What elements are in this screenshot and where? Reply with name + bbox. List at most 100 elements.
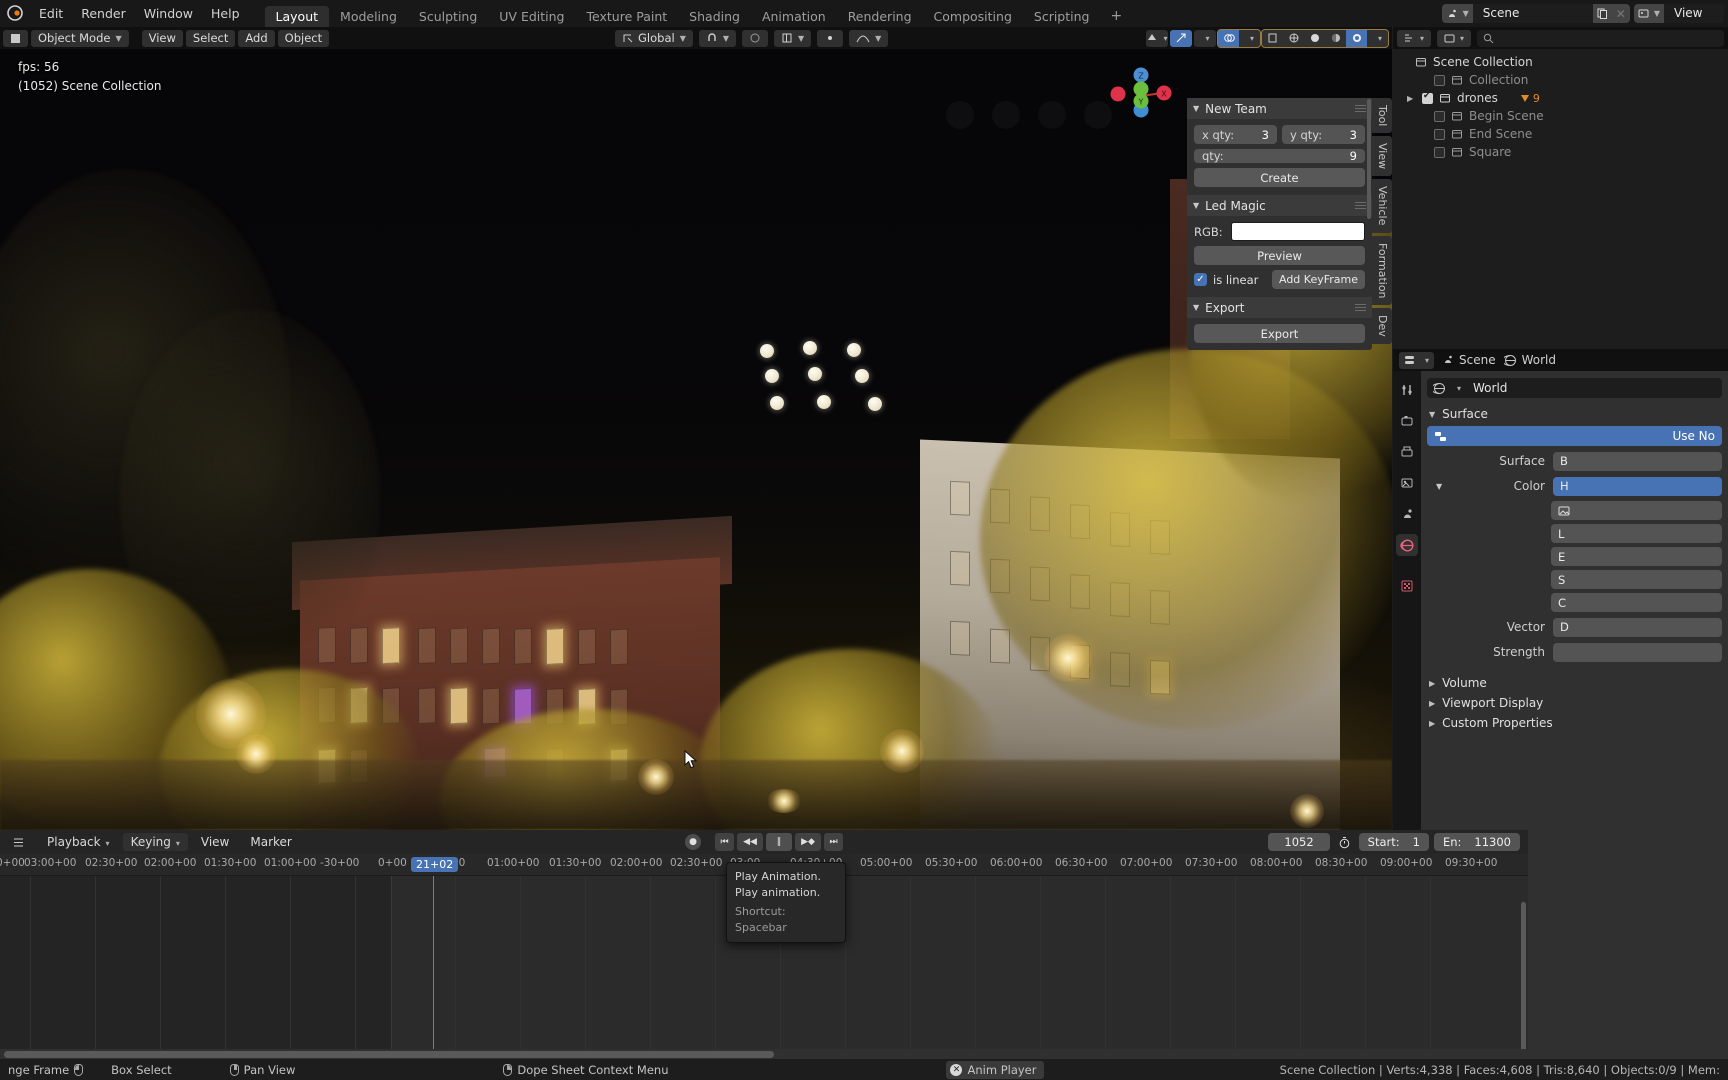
render-tab-icon[interactable] <box>1396 410 1418 432</box>
square-checkbox[interactable] <box>1434 146 1445 158</box>
viewport-menu-add[interactable]: Add <box>238 29 275 47</box>
outliner-row-end-scene[interactable]: End Scene <box>1393 125 1728 143</box>
view-layer-tab-icon[interactable] <box>1396 472 1418 494</box>
playhead-line[interactable] <box>433 876 434 1051</box>
view-object-types-icon[interactable]: ▾ <box>1146 29 1168 47</box>
expand-chevron-icon[interactable]: ▶ <box>1407 94 1417 103</box>
view-layer-name-field[interactable]: View <box>1664 4 1724 23</box>
world-id-selector[interactable]: ▾ World <box>1427 378 1722 398</box>
export-button[interactable]: Export <box>1194 324 1365 343</box>
stopwatch-icon[interactable] <box>1335 833 1354 851</box>
use-nodes-button[interactable]: Use No <box>1427 426 1722 446</box>
tab-layout[interactable]: Layout <box>264 6 330 27</box>
transform-orientation-selector[interactable]: Global ▼ <box>615 29 693 47</box>
color-value[interactable]: H <box>1553 476 1722 496</box>
frame-end-field[interactable]: En: 11300 <box>1433 833 1520 851</box>
current-frame-field[interactable]: 1052 <box>1268 833 1330 851</box>
record-button[interactable]: ● <box>685 834 701 850</box>
close-icon[interactable]: ✕ <box>950 1063 963 1076</box>
volume-section-header[interactable]: ▶ Volume <box>1421 673 1728 693</box>
menu-render[interactable]: Render <box>72 4 135 24</box>
qty-field[interactable]: qty: 9 <box>1194 149 1365 163</box>
jump-to-start-button[interactable]: ⏮ <box>715 833 734 851</box>
npanel-tab-formation[interactable]: Formation <box>1372 235 1392 306</box>
falloff-curve-icon[interactable]: ▼ <box>849 29 889 47</box>
outliner-row-scene-collection[interactable]: Scene Collection <box>1393 53 1728 71</box>
playhead-frame-label[interactable]: 21+02 <box>411 857 459 872</box>
npanel-tab-tool[interactable]: Tool <box>1372 98 1392 134</box>
timeline-editor-type-button[interactable] <box>6 834 31 851</box>
shading-group[interactable]: ▾ <box>1261 28 1389 48</box>
color-option-l-row[interactable]: L <box>1551 524 1722 543</box>
tab-modeling[interactable]: Modeling <box>329 6 408 27</box>
panel-header-led-magic[interactable]: ▼ Led Magic <box>1187 195 1372 216</box>
strength-field[interactable]: Strength <box>1427 642 1722 662</box>
tab-compositing[interactable]: Compositing <box>923 6 1023 27</box>
3d-viewport[interactable]: fps: 56 (1052) Scene Collection Z Y X ▼ … <box>0 49 1392 830</box>
end-scene-checkbox[interactable] <box>1434 128 1445 140</box>
proportional-edit-icon[interactable] <box>742 29 768 47</box>
color-field[interactable]: ▼ Color H <box>1427 476 1722 496</box>
object-mode-selector[interactable]: Object Mode ▼ <box>31 29 129 47</box>
tool-tab-icon[interactable] <box>1396 379 1418 401</box>
proportional-edit-objects-icon[interactable]: ▼ <box>774 29 812 47</box>
play-animation-button[interactable]: ‖ <box>766 833 792 851</box>
tab-uv-editing[interactable]: UV Editing <box>488 6 575 27</box>
view-layer-icon[interactable]: ▼ <box>1633 4 1664 23</box>
color-option-e-row[interactable]: E <box>1551 547 1722 566</box>
panel-header-export[interactable]: ▼ Export <box>1187 297 1372 318</box>
new-scene-button[interactable] <box>1592 4 1612 23</box>
npanel-scrollbar[interactable] <box>1367 99 1371 219</box>
viewport-display-section-header[interactable]: ▶ Viewport Display <box>1421 693 1728 713</box>
add-workspace-button[interactable]: + <box>1100 6 1132 27</box>
tab-rendering[interactable]: Rendering <box>837 6 923 27</box>
scene-selector[interactable]: ▼ Scene ✕ <box>1441 4 1630 23</box>
preview-button[interactable]: Preview <box>1194 246 1365 265</box>
output-tab-icon[interactable] <box>1396 441 1418 463</box>
tab-animation[interactable]: Animation <box>751 6 837 27</box>
outliner-row-drones[interactable]: ▶ drones 9 <box>1393 89 1728 107</box>
is-linear-checkbox[interactable]: ✓ <box>1194 273 1207 286</box>
tab-scripting[interactable]: Scripting <box>1023 6 1101 27</box>
outliner-row-collection[interactable]: Collection <box>1393 71 1728 89</box>
outliner-editor-type-button[interactable]: ▾ <box>1397 29 1432 47</box>
timeline-menu-view[interactable]: View <box>193 833 237 851</box>
viewport-menu-view[interactable]: View <box>141 29 183 47</box>
surface-section-header[interactable]: ▼ Surface <box>1421 404 1728 424</box>
color-image-row[interactable] <box>1551 501 1722 520</box>
npanel-tab-view[interactable]: View <box>1372 136 1392 177</box>
collection-checkbox[interactable] <box>1434 74 1445 86</box>
breadcrumb[interactable]: Scene <box>1442 353 1496 367</box>
color-option-s-row[interactable]: S <box>1551 570 1722 589</box>
overlays-group[interactable]: ▾ <box>1217 28 1261 48</box>
jump-to-end-button[interactable]: ⏭ <box>824 833 843 851</box>
surface-field[interactable]: Surface B <box>1427 451 1722 471</box>
add-keyframe-button[interactable]: Add KeyFrame <box>1271 270 1365 289</box>
chevron-down-icon[interactable]: ▼ <box>1436 482 1442 491</box>
outliner-search-input[interactable] <box>1477 29 1724 47</box>
timeline-menu-playback[interactable]: Playback ▾ <box>39 833 118 851</box>
outliner-display-mode-icon[interactable]: ▾ <box>1437 29 1472 47</box>
axis-gizmo[interactable]: Z Y X <box>1108 63 1174 129</box>
timeline-menu-keying[interactable]: Keying ▾ <box>122 833 188 851</box>
strength-value[interactable] <box>1553 642 1722 662</box>
x-qty-field[interactable]: x qty: 3 <box>1194 125 1277 144</box>
panel-header-new-team[interactable]: ▼ New Team <box>1187 98 1372 119</box>
timeline-menu-marker[interactable]: Marker <box>242 833 299 851</box>
viewport-menu-object[interactable]: Object <box>277 29 330 47</box>
gizmo-dropdown-icon[interactable]: ▾ <box>1194 29 1216 47</box>
color-option-c-row[interactable]: C <box>1551 593 1722 612</box>
snap-magnet-icon[interactable]: ▼ <box>698 29 736 47</box>
anim-player-badge[interactable]: ✕ Anim Player <box>946 1060 1045 1079</box>
npanel-tab-vehicle[interactable]: Vehicle <box>1372 179 1392 233</box>
tab-texture-paint[interactable]: Texture Paint <box>576 6 679 27</box>
previous-keyframe-button[interactable]: ◀◀ <box>737 833 763 851</box>
npanel-tab-dev[interactable]: Dev <box>1372 308 1392 345</box>
frame-start-field[interactable]: Start: 1 <box>1358 833 1429 851</box>
next-keyframe-button[interactable]: ▶◆ <box>795 833 821 851</box>
scene-name-field[interactable]: Scene <box>1472 4 1593 23</box>
viewport-menu-select[interactable]: Select <box>185 29 236 47</box>
begin-scene-checkbox[interactable] <box>1434 110 1445 122</box>
world-tab-icon[interactable] <box>1396 534 1418 556</box>
remove-scene-button[interactable]: ✕ <box>1611 4 1630 23</box>
